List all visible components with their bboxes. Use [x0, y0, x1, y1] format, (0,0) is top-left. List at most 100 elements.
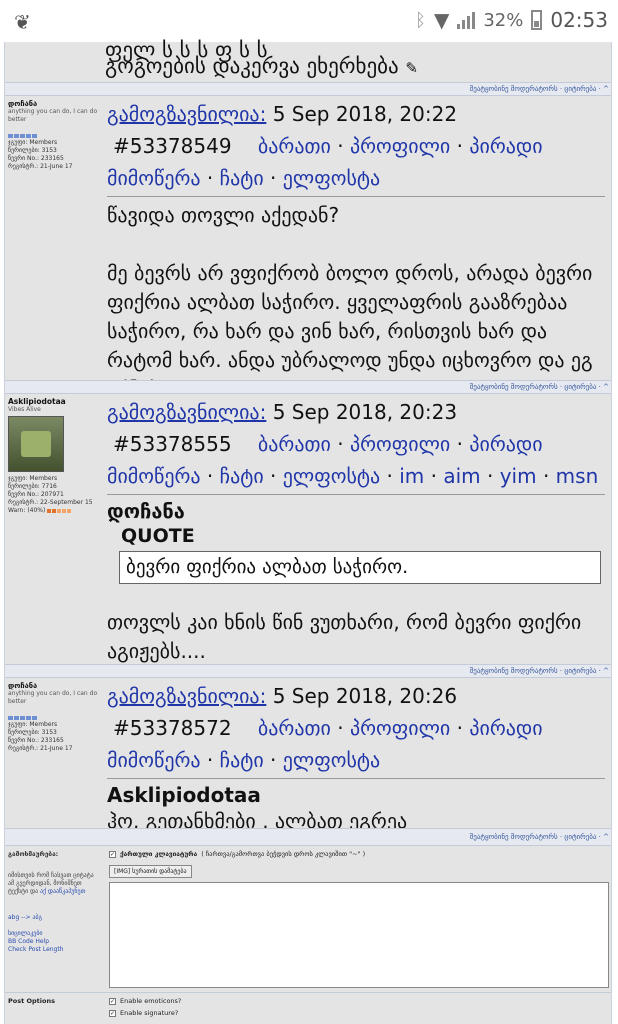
link-email[interactable]: ელფოსტა	[283, 166, 380, 190]
post: Asklipiodotaa Vibes Alive ჯგუფი: Members…	[5, 394, 611, 664]
post-date: 5 Sep 2018, 20:23	[272, 400, 458, 424]
author-panel: დოჩანა anything you can do, I can do bet…	[5, 96, 103, 380]
author-posts: წერილები: 7716	[8, 483, 57, 490]
post-id: #53378555	[113, 432, 232, 456]
reply-editor: ✓ ქართული კლავიატურა( ჩართვა/გამორთვა ბე…	[103, 846, 611, 992]
translit-link[interactable]: abg --> აბგ	[8, 914, 42, 921]
sent-link[interactable]: გამოგზავნილია:	[107, 102, 266, 126]
avatar[interactable]	[8, 416, 64, 472]
post-body: გამოგზავნილია: 5 Sep 2018, 20:26 #533785…	[103, 678, 611, 836]
link-chat[interactable]: ჩატი	[220, 748, 264, 772]
post-header: გამოგზავნილია: 5 Sep 2018, 20:22 #533785…	[107, 102, 543, 190]
pencil-emoji-icon: ✎	[405, 59, 418, 77]
link-chat[interactable]: ჩატი	[220, 464, 264, 488]
author-panel: Asklipiodotaa Vibes Alive ჯგუფი: Members…	[5, 394, 103, 664]
mod-bar[interactable]: შეატყობინე მოდერატორს · ციტირება · ^	[470, 383, 609, 391]
previous-post-tail: ფელ ს ს ს ფ ს ს გოგოების დაკერვა ეხერხებ…	[5, 38, 611, 82]
add-image-button[interactable]: [IMG] სურათის დამატება	[109, 865, 192, 878]
prev-post-line-2: გოგოების დაკერვა ეხერხება ✎	[105, 54, 418, 78]
link-email[interactable]: ელფოსტა	[283, 464, 380, 488]
mod-bar[interactable]: შეატყობინე მოდერატორს · ციტირება · ^	[470, 667, 609, 675]
author-posts: წერილები: 3153	[8, 729, 57, 736]
link-yim[interactable]: yim	[500, 464, 537, 488]
smilies-link[interactable]: სიცილაკები	[8, 930, 43, 937]
post-date: 5 Sep 2018, 20:26	[272, 684, 458, 708]
quote-label: QUOTE	[121, 525, 195, 547]
clock: 02:53	[550, 8, 608, 32]
quote-hint: იმისთვის რომ ჩასვათ ციტატა ამ გვერდიდან,…	[8, 872, 94, 895]
mod-bar[interactable]: შეატყობინე მოდერატორს · ციტირება · ^	[470, 85, 609, 93]
link-profile[interactable]: პროფილი	[350, 716, 450, 740]
reply-title: გამოხმაურება:	[8, 850, 59, 858]
signal-icon	[457, 11, 476, 29]
author-group: ჯგუფი: Members	[8, 139, 58, 146]
post-separator: შეატყობინე მოდერატორს · ციტირება · ^	[5, 828, 611, 846]
link-card[interactable]: ბარათი	[258, 432, 331, 456]
link-card[interactable]: ბარათი	[258, 716, 331, 740]
link-card[interactable]: ბარათი	[258, 134, 331, 158]
quote-box: ბევრი ფიქრია ალბათ საჭირო.	[119, 551, 601, 584]
post-id: #53378549	[113, 134, 232, 158]
link-email[interactable]: ელფოსტა	[283, 748, 380, 772]
author-tagline: anything you can do, I can do better	[8, 108, 98, 123]
post-body: გამოგზავნილია: 5 Sep 2018, 20:23 #533785…	[103, 394, 611, 666]
link-im[interactable]: im	[399, 464, 424, 488]
sent-link[interactable]: გამოგზავნილია:	[107, 400, 266, 424]
author-member-no: წევრი No.: 233165	[8, 155, 64, 162]
link-profile[interactable]: პროფილი	[350, 432, 450, 456]
reply-form: გამოხმაურება: იმისთვის რომ ჩასვათ ციტატა…	[5, 846, 611, 1024]
bbcode-link[interactable]: BB Code Help	[8, 938, 49, 945]
author-registered: რეგისტრ.: 22-September 15	[8, 499, 93, 506]
post: დოჩანა anything you can do, I can do bet…	[5, 678, 611, 833]
author-name[interactable]: დოჩანა	[8, 682, 100, 690]
warn-level: Warn: (40%)	[8, 507, 100, 515]
bluetooth-icon: ᛒ	[415, 9, 426, 31]
checkbox[interactable]: ✓	[109, 1009, 116, 1017]
link-chat[interactable]: ჩატი	[220, 166, 264, 190]
sent-link[interactable]: გამოგზავნილია:	[107, 684, 266, 708]
post-text: თოვლს კაი ხნის წინ ვუთხარი, რომ ბევრი ფი…	[107, 610, 582, 663]
forum-page: ფელ ს ს ს ფ ს ს გოგოების დაკერვა ეხერხებ…	[4, 38, 612, 1024]
post-body: გამოგზავნილია: 5 Sep 2018, 20:22 #533785…	[103, 96, 611, 404]
author-registered: რეგისტრ.: 21-June 17	[8, 745, 73, 752]
post-date: 5 Sep 2018, 20:22	[272, 102, 458, 126]
author-group: ჯგუფი: Members	[8, 721, 58, 728]
author-panel: დოჩანა anything you can do, I can do bet…	[5, 678, 103, 828]
reply-textarea[interactable]	[109, 882, 609, 988]
link-aim[interactable]: aim	[443, 464, 480, 488]
post-separator: შეატყობინე მოდერატორს · ციტირება · ^	[5, 82, 611, 96]
wifi-icon: ▼	[433, 8, 450, 32]
author-group: ჯგუფი: Members	[8, 475, 58, 482]
author-tagline: anything you can do, I can do better	[8, 690, 98, 705]
post-id: #53378572	[113, 716, 232, 740]
link-msn[interactable]: msn	[556, 464, 599, 488]
maple-leaf-icon: ❦	[14, 10, 31, 34]
post-separator: შეატყობინე მოდერატორს · ციტირება · ^	[5, 664, 611, 678]
author-name[interactable]: Asklipiodotaa	[8, 398, 100, 406]
post-options-label: Post Options	[8, 997, 55, 1005]
post-separator: შეატყობინე მოდერატორს · ციტირება · ^	[5, 380, 611, 394]
author-name[interactable]: დოჩანა	[8, 100, 100, 108]
enable-signature-option[interactable]: ✓ Enable signature?	[109, 1009, 181, 1017]
georgian-keyboard-toggle[interactable]: ✓ ქართული კლავიატურა( ჩართვა/გამორთვა ბე…	[109, 850, 605, 858]
reply-side: გამოხმაურება: იმისთვის რომ ჩასვათ ციტატა…	[5, 846, 103, 992]
link-profile[interactable]: პროფილი	[350, 134, 450, 158]
battery-percent: 32%	[483, 9, 524, 31]
rank-pips	[8, 716, 100, 720]
author-posts: წერილები: 3153	[8, 147, 57, 154]
battery-icon	[531, 10, 543, 30]
check-length-link[interactable]: Check Post Length	[8, 946, 64, 953]
reply-to-name: Asklipiodotaa	[107, 783, 261, 807]
quote-author: დოჩანა	[107, 499, 185, 523]
mod-bar[interactable]: შეატყობინე მოდერატორს · ციტირება · ^	[470, 833, 609, 841]
post: დოჩანა anything you can do, I can do bet…	[5, 96, 611, 401]
author-tagline: Vibes Alive	[8, 406, 41, 413]
post-header: გამოგზავნილია: 5 Sep 2018, 20:23 #533785…	[107, 400, 599, 488]
rank-pips	[8, 134, 100, 138]
checkbox[interactable]: ✓	[109, 850, 116, 858]
author-member-no: წევრი No.: 207971	[8, 491, 64, 498]
post-header: გამოგზავნილია: 5 Sep 2018, 20:26 #533785…	[107, 684, 543, 772]
enable-emoticons-option[interactable]: ✓ Enable emoticons?	[109, 997, 181, 1005]
checkbox[interactable]: ✓	[109, 997, 116, 1005]
quote-here-link[interactable]: აქ დააწკაპუნეთ	[40, 888, 85, 895]
